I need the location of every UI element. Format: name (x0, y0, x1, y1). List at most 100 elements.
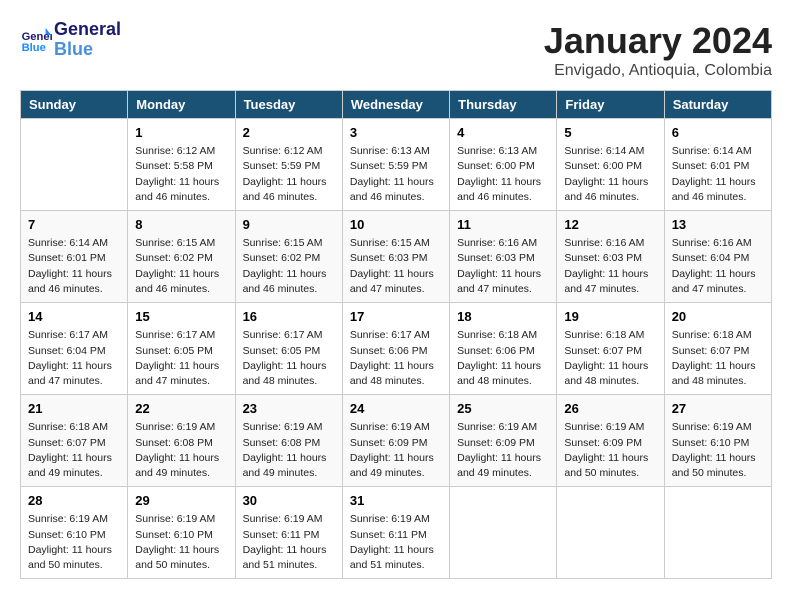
day-info: Sunrise: 6:13 AM Sunset: 5:59 PM Dayligh… (350, 144, 442, 205)
day-info: Sunrise: 6:18 AM Sunset: 6:07 PM Dayligh… (672, 328, 764, 389)
day-number: 2 (243, 124, 335, 142)
day-info: Sunrise: 6:14 AM Sunset: 6:00 PM Dayligh… (564, 144, 656, 205)
weekday-header: Tuesday (235, 91, 342, 119)
logo-general: General (54, 20, 121, 40)
logo-icon: General Blue (20, 24, 52, 56)
day-number: 11 (457, 216, 549, 234)
svg-text:Blue: Blue (22, 42, 46, 54)
calendar-cell: 2 Sunrise: 6:12 AM Sunset: 5:59 PM Daylig… (235, 119, 342, 211)
calendar-cell: 5 Sunrise: 6:14 AM Sunset: 6:00 PM Daylig… (557, 119, 664, 211)
day-number: 28 (28, 492, 120, 510)
day-info: Sunrise: 6:13 AM Sunset: 6:00 PM Dayligh… (457, 144, 549, 205)
day-number: 30 (243, 492, 335, 510)
day-number: 19 (564, 308, 656, 326)
calendar-cell: 15 Sunrise: 6:17 AM Sunset: 6:05 PM Dayli… (128, 303, 235, 395)
day-number: 22 (135, 400, 227, 418)
day-number: 21 (28, 400, 120, 418)
day-number: 20 (672, 308, 764, 326)
calendar-week-row: 28 Sunrise: 6:19 AM Sunset: 6:10 PM Dayli… (21, 487, 772, 579)
day-number: 24 (350, 400, 442, 418)
weekday-header: Sunday (21, 91, 128, 119)
day-info: Sunrise: 6:19 AM Sunset: 6:08 PM Dayligh… (135, 420, 227, 481)
day-number: 8 (135, 216, 227, 234)
day-number: 7 (28, 216, 120, 234)
calendar-cell: 11Sunrise: 6:16 AM Sunset: 6:03 PM Dayli… (450, 211, 557, 303)
day-info: Sunrise: 6:17 AM Sunset: 6:06 PM Dayligh… (350, 328, 442, 389)
weekday-header: Saturday (664, 91, 771, 119)
day-info: Sunrise: 6:19 AM Sunset: 6:10 PM Dayligh… (28, 512, 120, 573)
day-info: Sunrise: 6:18 AM Sunset: 6:07 PM Dayligh… (28, 420, 120, 481)
day-info: Sunrise: 6:15 AM Sunset: 6:02 PM Dayligh… (135, 236, 227, 297)
day-number: 3 (350, 124, 442, 142)
calendar-week-row: 7 Sunrise: 6:14 AM Sunset: 6:01 PM Daylig… (21, 211, 772, 303)
day-info: Sunrise: 6:19 AM Sunset: 6:08 PM Dayligh… (243, 420, 335, 481)
calendar-cell: 14Sunrise: 6:17 AM Sunset: 6:04 PM Dayli… (21, 303, 128, 395)
logo-blue: Blue (54, 40, 121, 60)
calendar-cell: 10 Sunrise: 6:15 AM Sunset: 6:03 PM Dayli… (342, 211, 449, 303)
location: Envigado, Antioquia, Colombia (544, 62, 772, 80)
calendar-week-row: 21 Sunrise: 6:18 AM Sunset: 6:07 PM Dayli… (21, 395, 772, 487)
day-number: 6 (672, 124, 764, 142)
day-number: 18 (457, 308, 549, 326)
day-info: Sunrise: 6:19 AM Sunset: 6:11 PM Dayligh… (350, 512, 442, 573)
weekday-header: Wednesday (342, 91, 449, 119)
weekday-header: Monday (128, 91, 235, 119)
title-area: January 2024 Envigado, Antioquia, Colomb… (544, 20, 772, 80)
day-number: 4 (457, 124, 549, 142)
day-info: Sunrise: 6:12 AM Sunset: 5:59 PM Dayligh… (243, 144, 335, 205)
calendar-cell: 22 Sunrise: 6:19 AM Sunset: 6:08 PM Dayli… (128, 395, 235, 487)
calendar-cell: 13 Sunrise: 6:16 AM Sunset: 6:04 PM Dayli… (664, 211, 771, 303)
calendar-cell: 28 Sunrise: 6:19 AM Sunset: 6:10 PM Dayli… (21, 487, 128, 579)
day-info: Sunrise: 6:19 AM Sunset: 6:09 PM Dayligh… (350, 420, 442, 481)
calendar-cell (21, 119, 128, 211)
calendar-cell: 30Sunrise: 6:19 AM Sunset: 6:11 PM Dayli… (235, 487, 342, 579)
day-info: Sunrise: 6:15 AM Sunset: 6:02 PM Dayligh… (243, 236, 335, 297)
calendar-cell (664, 487, 771, 579)
calendar-cell: 18 Sunrise: 6:18 AM Sunset: 6:06 PM Dayli… (450, 303, 557, 395)
day-info: Sunrise: 6:17 AM Sunset: 6:05 PM Dayligh… (135, 328, 227, 389)
calendar-cell (557, 487, 664, 579)
calendar-cell: 7 Sunrise: 6:14 AM Sunset: 6:01 PM Daylig… (21, 211, 128, 303)
calendar-cell: 16Sunrise: 6:17 AM Sunset: 6:05 PM Dayli… (235, 303, 342, 395)
month-title: January 2024 (544, 20, 772, 62)
day-number: 25 (457, 400, 549, 418)
day-number: 26 (564, 400, 656, 418)
calendar-cell: 6Sunrise: 6:14 AM Sunset: 6:01 PM Daylig… (664, 119, 771, 211)
calendar-cell: 25 Sunrise: 6:19 AM Sunset: 6:09 PM Dayli… (450, 395, 557, 487)
calendar-cell: 29 Sunrise: 6:19 AM Sunset: 6:10 PM Dayli… (128, 487, 235, 579)
calendar-cell: 21 Sunrise: 6:18 AM Sunset: 6:07 PM Dayli… (21, 395, 128, 487)
day-info: Sunrise: 6:18 AM Sunset: 6:06 PM Dayligh… (457, 328, 549, 389)
calendar-cell: 26 Sunrise: 6:19 AM Sunset: 6:09 PM Dayli… (557, 395, 664, 487)
day-number: 9 (243, 216, 335, 234)
day-info: Sunrise: 6:19 AM Sunset: 6:09 PM Dayligh… (564, 420, 656, 481)
day-info: Sunrise: 6:12 AM Sunset: 5:58 PM Dayligh… (135, 144, 227, 205)
day-number: 13 (672, 216, 764, 234)
day-info: Sunrise: 6:19 AM Sunset: 6:10 PM Dayligh… (135, 512, 227, 573)
day-info: Sunrise: 6:16 AM Sunset: 6:04 PM Dayligh… (672, 236, 764, 297)
day-number: 29 (135, 492, 227, 510)
day-number: 10 (350, 216, 442, 234)
day-number: 31 (350, 492, 442, 510)
weekday-header-row: SundayMondayTuesdayWednesdayThursdayFrid… (21, 91, 772, 119)
page-header: General Blue General Blue January 2024 E… (20, 20, 772, 80)
calendar-table: SundayMondayTuesdayWednesdayThursdayFrid… (20, 90, 772, 579)
calendar-cell: 4 Sunrise: 6:13 AM Sunset: 6:00 PM Daylig… (450, 119, 557, 211)
calendar-cell: 24 Sunrise: 6:19 AM Sunset: 6:09 PM Dayli… (342, 395, 449, 487)
calendar-cell: 1 Sunrise: 6:12 AM Sunset: 5:58 PM Daylig… (128, 119, 235, 211)
day-info: Sunrise: 6:14 AM Sunset: 6:01 PM Dayligh… (28, 236, 120, 297)
day-info: Sunrise: 6:15 AM Sunset: 6:03 PM Dayligh… (350, 236, 442, 297)
calendar-cell: 31 Sunrise: 6:19 AM Sunset: 6:11 PM Dayli… (342, 487, 449, 579)
calendar-cell: 9 Sunrise: 6:15 AM Sunset: 6:02 PM Daylig… (235, 211, 342, 303)
day-info: Sunrise: 6:16 AM Sunset: 6:03 PM Dayligh… (564, 236, 656, 297)
day-info: Sunrise: 6:19 AM Sunset: 6:09 PM Dayligh… (457, 420, 549, 481)
day-number: 16 (243, 308, 335, 326)
day-info: Sunrise: 6:19 AM Sunset: 6:10 PM Dayligh… (672, 420, 764, 481)
day-number: 14 (28, 308, 120, 326)
day-number: 23 (243, 400, 335, 418)
day-number: 1 (135, 124, 227, 142)
calendar-week-row: 14Sunrise: 6:17 AM Sunset: 6:04 PM Dayli… (21, 303, 772, 395)
calendar-cell: 27Sunrise: 6:19 AM Sunset: 6:10 PM Dayli… (664, 395, 771, 487)
day-number: 5 (564, 124, 656, 142)
day-number: 15 (135, 308, 227, 326)
calendar-cell: 17Sunrise: 6:17 AM Sunset: 6:06 PM Dayli… (342, 303, 449, 395)
